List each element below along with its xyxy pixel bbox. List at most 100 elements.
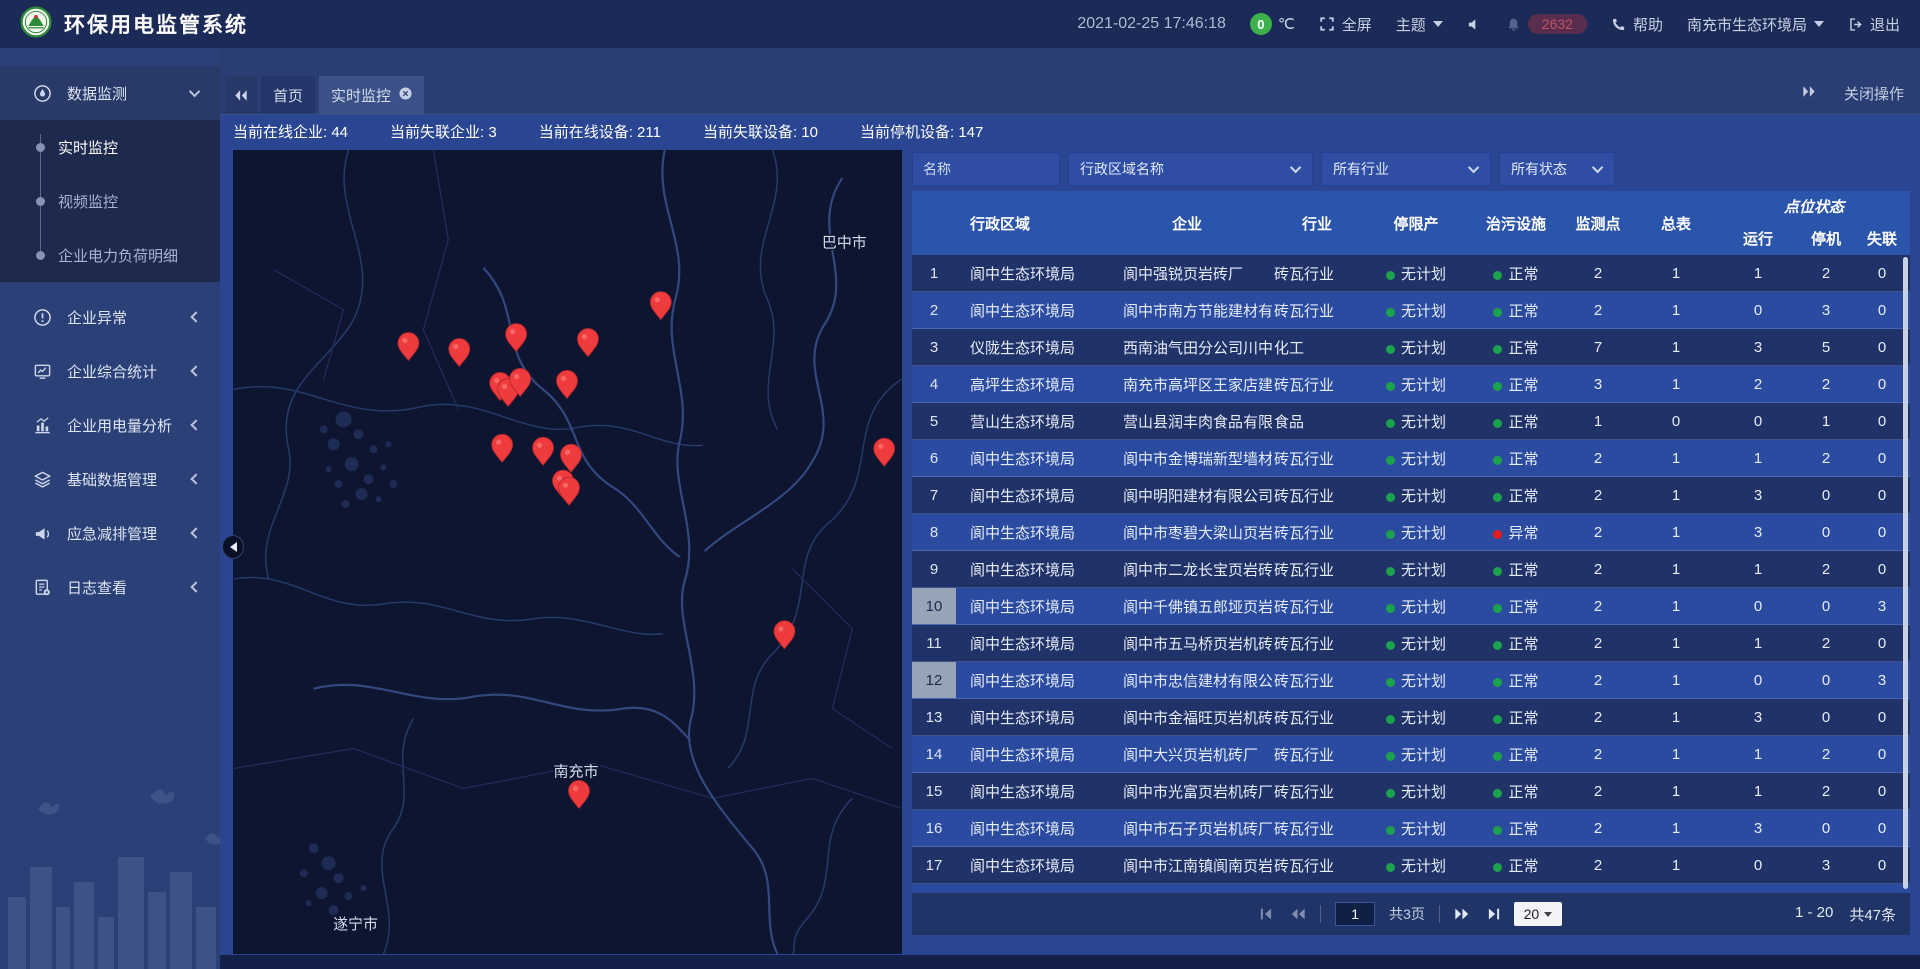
region-filter-select[interactable]: 行政区域名称 [1068,152,1313,186]
status-filter-select[interactable]: 所有状态 [1499,152,1615,186]
last-page-button[interactable] [1484,907,1500,921]
tabs-scroll-left-button[interactable] [225,76,257,114]
cell-running: 1 [1718,450,1798,467]
status-dot [1493,308,1502,317]
map-pin-icon[interactable] [492,434,513,462]
map-pin-icon[interactable] [559,477,580,505]
close-operations-button[interactable]: 关闭操作 [1844,83,1904,104]
table-row[interactable]: 13阆中生态环境局阆中市金福旺页岩机砖砖瓦行业无计划正常21300 [912,699,1910,736]
current-page-input[interactable]: 1 [1335,902,1375,926]
table-scrollbar[interactable] [1903,257,1908,889]
table-row[interactable]: 18南部生态环境局南部县双华水泥有限公建材加工无计划正常50050 [912,884,1910,893]
sidebar-item[interactable]: 企业异常 [0,290,220,344]
tabs-scroll-right-button[interactable] [1802,85,1816,102]
table-row[interactable]: 2阆中生态环境局阆中市南方节能建材有砖瓦行业无计划正常21030 [912,292,1910,329]
cell-lost: 0 [1854,413,1910,430]
next-page-button[interactable] [1454,907,1470,921]
table-row[interactable]: 1阆中生态环境局阆中强锐页岩砖厂砖瓦行业无计划正常21120 [912,255,1910,292]
table-row[interactable]: 14阆中生态环境局阆中大兴页岩机砖厂砖瓦行业无计划正常21120 [912,736,1910,773]
gauge-icon [32,84,52,103]
cell-total-meters: 1 [1634,265,1718,282]
table-row[interactable]: 5营山生态环境局营山县润丰肉食品有限食品无计划正常10010 [912,403,1910,440]
help-button[interactable]: 帮助 [1611,14,1663,35]
cell-monitor-points: 2 [1562,746,1634,763]
user-dropdown[interactable]: 南充市生态环境局 [1687,14,1824,35]
fullscreen-button[interactable]: 全屏 [1319,14,1372,35]
table-row[interactable]: 15阆中生态环境局阆中市光富页岩机砖厂砖瓦行业无计划正常21120 [912,773,1910,810]
map-panel[interactable]: 巴中市南充市遂宁市 [233,150,902,954]
map-pin-icon[interactable] [874,438,895,466]
total-count-label: 共47条 [1849,904,1896,925]
temperature-unit: ℃ [1278,15,1295,33]
table-row[interactable]: 4高坪生态环境局南充市高坪区王家店建砖瓦行业无计划正常31220 [912,366,1910,403]
sidebar-item[interactable]: 基础数据管理 [0,452,220,506]
cell-region: 阆中生态环境局 [956,670,1102,691]
cell-monitor-points: 2 [1562,487,1634,504]
prev-page-button[interactable] [1290,907,1306,921]
map-pin-icon[interactable] [398,333,419,361]
sidebar-subitem[interactable]: 企业电力负荷明细 [0,228,220,282]
map-pin-icon[interactable] [774,621,795,649]
close-icon[interactable] [399,87,412,104]
table-body: 1阆中生态环境局阆中强锐页岩砖厂砖瓦行业无计划正常211202阆中生态环境局阆中… [912,255,1910,893]
map-pin-icon[interactable] [650,292,671,320]
row-index: 12 [912,662,956,698]
row-index: 5 [912,403,956,439]
tab-home[interactable]: 首页 [261,76,315,114]
row-index: 3 [912,329,956,365]
sidebar-item[interactable]: 应急减排管理 [0,506,220,560]
stat-item: 当前失联企业: 3 [390,121,497,142]
notifications[interactable]: 2632 [1506,14,1587,34]
table-row[interactable]: 8阆中生态环境局阆中市枣碧大梁山页岩砖瓦行业无计划异常21300 [912,514,1910,551]
mute-button[interactable] [1467,17,1482,32]
status-dot [1493,493,1502,502]
phone-icon [1611,17,1626,32]
map-pin-icon[interactable] [568,780,589,808]
theme-dropdown[interactable]: 主题 [1396,14,1443,35]
row-index: 11 [912,625,956,661]
table-row[interactable]: 7阆中生态环境局阆中明阳建材有限公司砖瓦行业无计划正常21300 [912,477,1910,514]
table-row[interactable]: 11阆中生态环境局阆中市五马桥页岩机砖砖瓦行业无计划正常21120 [912,625,1910,662]
table-row[interactable]: 16阆中生态环境局阆中市石子页岩机砖厂砖瓦行业无计划正常21300 [912,810,1910,847]
industry-filter-select[interactable]: 所有行业 [1321,152,1491,186]
cell-industry: 砖瓦行业 [1272,596,1362,617]
cell-stop-limit: 无计划 [1362,374,1470,395]
status-dot [1386,752,1395,761]
sidebar-subitem[interactable]: 视频监控 [0,174,220,228]
map-pin-icon[interactable] [449,339,470,367]
table-row[interactable]: 10阆中生态环境局阆中千佛镇五郎垭页岩砖瓦行业无计划正常21003 [912,588,1910,625]
tab-label: 首页 [273,85,303,106]
page-size-select[interactable]: 20 [1514,902,1562,926]
sidebar-item[interactable]: 企业综合统计 [0,344,220,398]
sidebar-item[interactable]: 企业用电量分析 [0,398,220,452]
app-header: 环保用电监管系统 2021-02-25 17:46:18 0 ℃ 全屏 主题 2… [0,0,1920,48]
table-row[interactable]: 12阆中生态环境局阆中市忠信建材有限公砖瓦行业无计划正常21003 [912,662,1910,699]
cell-total-meters: 1 [1634,302,1718,319]
row-index: 2 [912,292,956,328]
map-pin-icon[interactable] [577,329,598,357]
first-page-button[interactable] [1260,907,1276,921]
logout-button[interactable]: 退出 [1848,14,1900,35]
name-filter-input[interactable] [912,152,1060,186]
tab-realtime-monitor[interactable]: 实时监控 [319,76,424,114]
map-pin-icon[interactable] [533,437,554,465]
map-city-label: 巴中市 [822,235,867,252]
table-row[interactable]: 17阆中生态环境局阆中市江南镇阆南页岩砖瓦行业无计划正常21030 [912,847,1910,884]
table-row[interactable]: 6阆中生态环境局阆中市金博瑞新型墙材砖瓦行业无计划正常21120 [912,440,1910,477]
sidebar-subitem[interactable]: 实时监控 [0,120,220,174]
lake-area [300,411,398,915]
table-row[interactable]: 3仪陇生态环境局西南油气田分公司川中化工无计划正常71350 [912,329,1910,366]
map-pin-icon[interactable] [506,324,527,352]
map-collapse-button[interactable] [222,535,244,559]
sidebar-item-label: 日志查看 [67,577,127,598]
map-pin-icon[interactable] [557,370,578,398]
cell-monitor-points: 2 [1562,672,1634,689]
sidebar-item[interactable]: 日志查看 [0,560,220,614]
cell-enterprise: 阆中市金博瑞新型墙材 [1102,448,1272,469]
cell-enterprise: 阆中强锐页岩砖厂 [1102,263,1272,284]
cell-industry: 砖瓦行业 [1272,855,1362,876]
table-row[interactable]: 9阆中生态环境局阆中市二龙长宝页岩砖砖瓦行业无计划正常21120 [912,551,1910,588]
sidebar-item[interactable]: 数据监测 [0,66,220,120]
status-dot [1493,382,1502,391]
map-pin-icon[interactable] [561,444,582,472]
